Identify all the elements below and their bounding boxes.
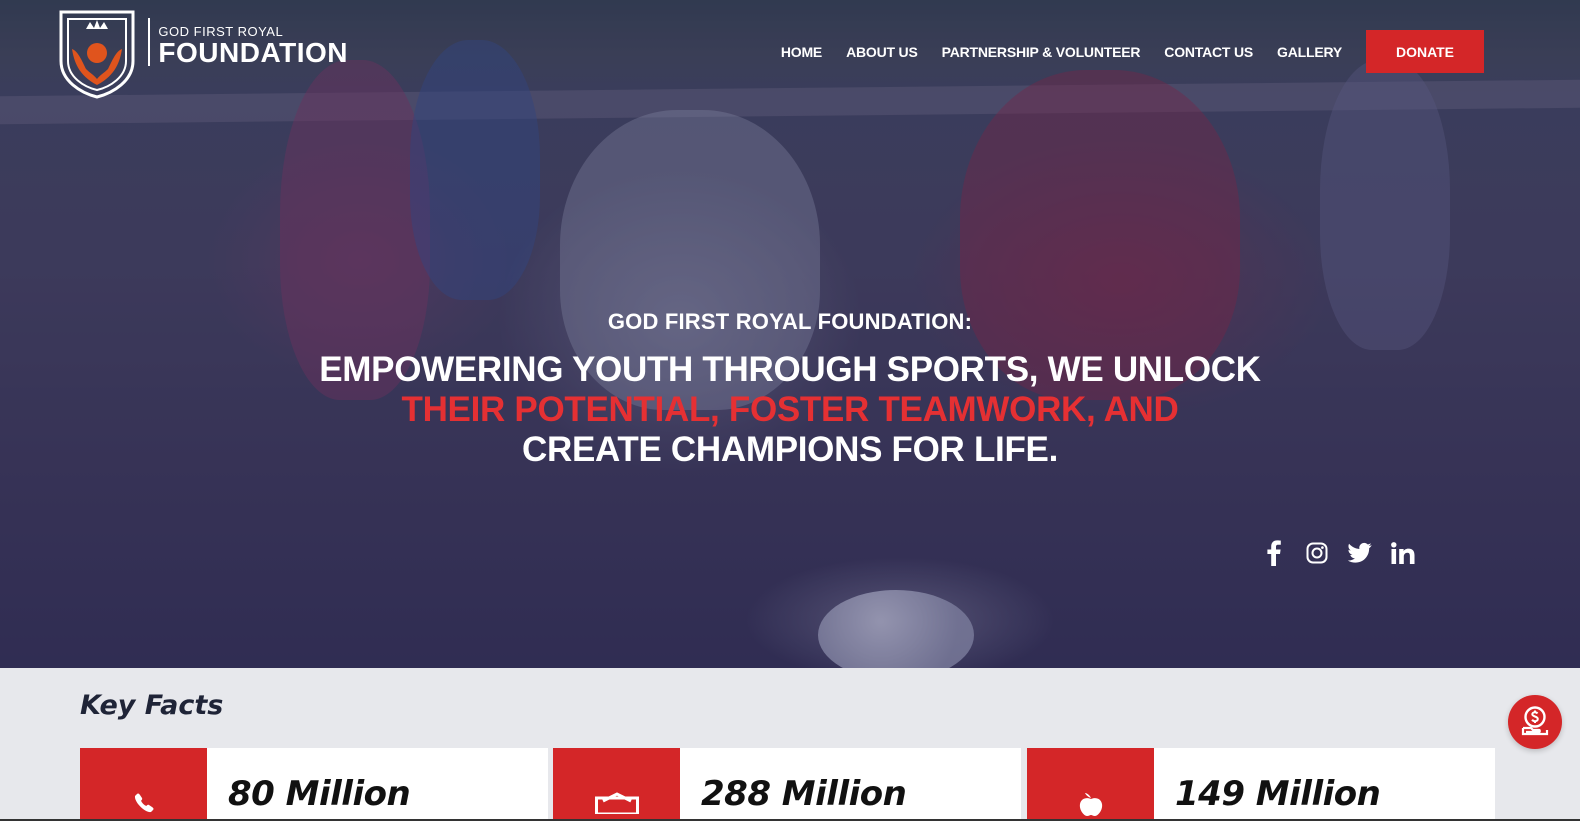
key-facts-section: Key Facts 80 Million 288 Million 149 Mil… <box>0 668 1580 821</box>
hero-line-3: CREATE CHAMPIONS FOR LIFE. <box>522 430 1058 469</box>
apple-icon <box>1076 748 1106 821</box>
social-links <box>1262 540 1415 566</box>
site-logo[interactable]: GOD FIRST ROYAL FOUNDATION <box>58 8 348 100</box>
nav-home[interactable]: HOME <box>781 44 822 60</box>
hero-text: GOD FIRST ROYAL FOUNDATION: EMPOWERING Y… <box>0 308 1580 470</box>
logo-big-text: FOUNDATION <box>158 37 348 68</box>
fact-card: 288 Million <box>553 748 1021 821</box>
fact-icon-box <box>553 748 680 821</box>
hero-section: GOD FIRST ROYAL FOUNDATION HOME ABOUT US… <box>0 0 1580 668</box>
nav-gallery[interactable]: GALLERY <box>1277 44 1342 60</box>
fact-card: 80 Million <box>80 748 548 821</box>
fact-icon-box <box>1027 748 1154 821</box>
fact-value: 80 Million <box>228 774 411 814</box>
fact-card: 149 Million <box>1027 748 1495 821</box>
donate-hand-icon <box>1519 704 1551 741</box>
donate-button[interactable]: DONATE <box>1366 30 1484 73</box>
hero-line-1: EMPOWERING YOUTH THROUGH SPORTS, WE UNLO… <box>319 350 1261 389</box>
phone-icon <box>133 748 155 821</box>
hero-line-2: THEIR POTENTIAL, FOSTER TEAMWORK, AND <box>401 390 1179 429</box>
floating-donate-button[interactable] <box>1508 695 1562 749</box>
hero-headline: EMPOWERING YOUTH THROUGH SPORTS, WE UNLO… <box>0 350 1580 470</box>
hero-kicker: GOD FIRST ROYAL FOUNDATION: <box>607 309 973 334</box>
fact-icon-box <box>80 748 207 821</box>
key-facts-title: Key Facts <box>80 690 224 721</box>
shield-logo-icon <box>58 9 136 99</box>
house-icon <box>594 748 639 821</box>
facebook-icon[interactable] <box>1262 540 1286 566</box>
fact-value: 149 Million <box>1175 774 1381 814</box>
nav-about-us[interactable]: ABOUT US <box>846 44 918 60</box>
instagram-icon[interactable] <box>1305 540 1329 566</box>
logo-divider <box>148 18 151 66</box>
logo-wordmark: GOD FIRST ROYAL FOUNDATION <box>158 25 348 67</box>
main-nav: HOME ABOUT US PARTNERSHIP & VOLUNTEER CO… <box>781 30 1484 73</box>
fact-value: 288 Million <box>701 774 907 814</box>
nav-contact-us[interactable]: CONTACT US <box>1164 44 1253 60</box>
nav-partnership-volunteer[interactable]: PARTNERSHIP & VOLUNTEER <box>942 44 1141 60</box>
linkedin-icon[interactable] <box>1391 540 1415 566</box>
twitter-icon[interactable] <box>1348 540 1372 566</box>
